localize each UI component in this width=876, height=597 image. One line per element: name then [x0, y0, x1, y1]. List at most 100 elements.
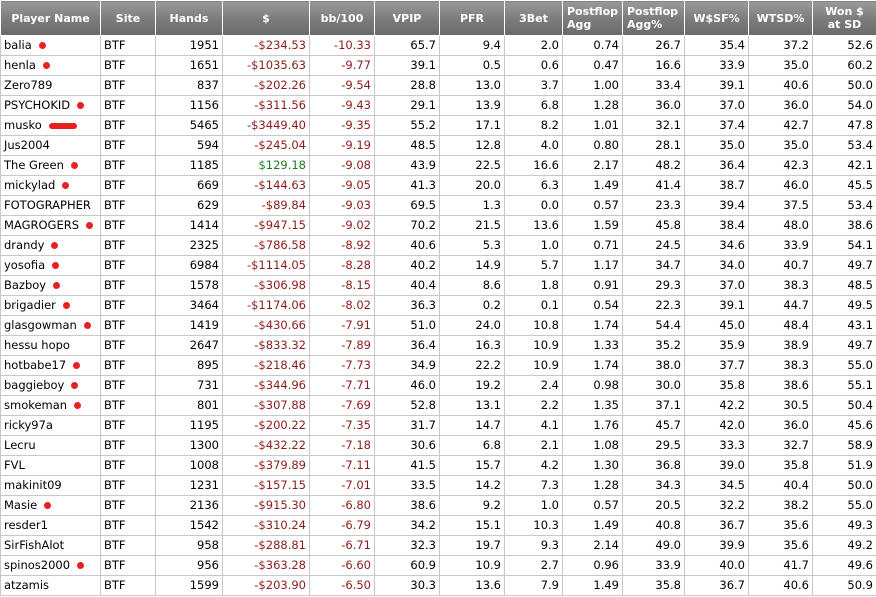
cell-wtsd: 40.4 [748, 475, 813, 496]
col-header-vpip[interactable]: VPIP [374, 0, 440, 36]
col-header-postflop-agg-pct[interactable]: Postflop Agg% [622, 0, 685, 36]
table-row[interactable]: glasgowman BTF 1419 -$430.66 -7.91 51.0 24.0 10… [0, 315, 876, 336]
cell-bb: -9.54 [309, 75, 375, 96]
red-marker-icon [51, 242, 58, 249]
cell-hands: 2647 [155, 335, 223, 356]
cell-money: -$306.98 [222, 275, 310, 296]
col-header-hands[interactable]: Hands [155, 0, 223, 36]
cell-name: atzamis [0, 575, 101, 596]
table-row[interactable]: hotbabe17 BTF 895 -$218.46 -7.73 34.9 22.2 10.9… [0, 355, 876, 376]
cell-aggpct: 34.7 [622, 255, 685, 276]
cell-aggpct: 32.1 [622, 115, 685, 136]
cell-aggpct: 41.4 [622, 175, 685, 196]
cell-site: BTF [100, 335, 156, 356]
cell-vpip: 34.9 [374, 355, 440, 376]
table-row[interactable]: resder1 BTF 1542 -$310.24 -6.79 34.2 15.1 10.3 1… [0, 515, 876, 536]
cell-hands: 1599 [155, 575, 223, 596]
cell-wsf: 38.4 [684, 215, 749, 236]
table-row[interactable]: smokeman BTF 801 -$307.88 -7.69 52.8 13.1 2.2 1.… [0, 395, 876, 416]
cell-bb: -7.71 [309, 375, 375, 396]
cell-wsf: 35.9 [684, 335, 749, 356]
table-row[interactable]: Lecru BTF 1300 -$432.22 -7.18 30.6 6.8 2.1 1.08 2… [0, 435, 876, 456]
table-row[interactable]: spinos2000 BTF 956 -$363.28 -6.60 60.9 10.9 2.7… [0, 555, 876, 576]
col-header-player-name[interactable]: Player Name [0, 0, 101, 36]
cell-wtsd: 48.0 [748, 215, 813, 236]
cell-name: hotbabe17 [0, 355, 101, 376]
cell-site: BTF [100, 55, 156, 76]
red-marker-icon [71, 162, 78, 169]
player-name: resder1 [4, 518, 48, 532]
cell-agg: 1.28 [562, 475, 623, 496]
table-row[interactable]: hessu hopo BTF 2647 -$833.32 -7.89 36.4 16.3 10… [0, 335, 876, 356]
cell-vpip: 36.3 [374, 295, 440, 316]
table-row[interactable]: henla BTF 1651 -$1035.63 -9.77 39.1 0.5 0.6 0.47… [0, 55, 876, 76]
cell-name: The Green [0, 155, 101, 176]
cell-pfr: 13.6 [439, 575, 505, 596]
table-row[interactable]: mickylad BTF 669 -$144.63 -9.05 41.3 20.0 6.3 1.… [0, 175, 876, 196]
cell-aggpct: 36.0 [622, 95, 685, 116]
table-row[interactable]: Zero789 BTF 837 -$202.26 -9.54 28.8 13.0 3.7 1.0… [0, 75, 876, 96]
cell-agg: 1.49 [562, 575, 623, 596]
table-row[interactable]: The Green BTF 1185 $129.18 -9.08 43.9 22.5 16.6… [0, 155, 876, 176]
col-header-wtsd[interactable]: WTSD% [748, 0, 813, 36]
cell-aggpct: 24.5 [622, 235, 685, 256]
table-row[interactable]: PSYCHOKID BTF 1156 -$311.56 -9.43 29.1 13.9 6.8… [0, 95, 876, 116]
cell-threebet: 5.7 [504, 255, 563, 276]
table-row[interactable]: makinit09 BTF 1231 -$157.15 -7.01 33.5 14.2 7.3… [0, 475, 876, 496]
cell-money: -$432.22 [222, 435, 310, 456]
table-row[interactable]: Masie BTF 2136 -$915.30 -6.80 38.6 9.2 1.0 0.57 2… [0, 495, 876, 516]
cell-bb: -9.19 [309, 135, 375, 156]
player-name: yosofia [4, 258, 46, 272]
cell-vpip: 51.0 [374, 315, 440, 336]
table-row[interactable]: Bazboy BTF 1578 -$306.98 -8.15 40.4 8.6 1.8 0.91… [0, 275, 876, 296]
cell-money: -$363.28 [222, 555, 310, 576]
col-header-wsf[interactable]: W$SF% [684, 0, 749, 36]
cell-pfr: 12.8 [439, 135, 505, 156]
cell-agg: 1.33 [562, 335, 623, 356]
cell-site: BTF [100, 215, 156, 236]
cell-bb: -7.18 [309, 435, 375, 456]
player-name: drandy [4, 238, 45, 252]
cell-money: -$786.58 [222, 235, 310, 256]
table-row[interactable]: brigadier BTF 3464 -$1174.06 -8.02 36.3 0.2 0.1… [0, 295, 876, 316]
cell-vpip: 38.6 [374, 495, 440, 516]
cell-vpip: 32.3 [374, 535, 440, 556]
player-name: FOTOGRAPHER [4, 198, 91, 212]
cell-agg: 0.91 [562, 275, 623, 296]
table-row[interactable]: drandy BTF 2325 -$786.58 -8.92 40.6 5.3 1.0 0.71… [0, 235, 876, 256]
table-row[interactable]: balia BTF 1951 -$234.53 -10.33 65.7 9.4 2.0 0.74… [0, 35, 876, 56]
player-name: baggieboy [4, 378, 65, 392]
cell-threebet: 10.8 [504, 315, 563, 336]
table-row[interactable]: ricky97a BTF 1195 -$200.22 -7.35 31.7 14.7 4.1 1… [0, 415, 876, 436]
cell-wsd: 53.4 [812, 135, 876, 156]
table-row[interactable]: yosofia BTF 6984 -$1114.05 -8.28 40.2 14.9 5.7 1… [0, 255, 876, 276]
table-row[interactable]: FOTOGRAPHER BTF 629 -$89.84 -9.03 69.5 1.3 0.0 0… [0, 195, 876, 216]
table-row[interactable]: FVL BTF 1008 -$379.89 -7.11 41.5 15.7 4.2 1.30 36… [0, 455, 876, 476]
cell-pfr: 1.3 [439, 195, 505, 216]
col-header-3bet[interactable]: 3Bet [504, 0, 563, 36]
table-row[interactable]: Jus2004 BTF 594 -$245.04 -9.19 48.5 12.8 4.0 0.8… [0, 135, 876, 156]
col-header-site[interactable]: Site [100, 0, 156, 36]
cell-wtsd: 35.6 [748, 535, 813, 556]
cell-site: BTF [100, 395, 156, 416]
cell-hands: 1542 [155, 515, 223, 536]
cell-site: BTF [100, 315, 156, 336]
cell-aggpct: 34.3 [622, 475, 685, 496]
table-row[interactable]: MAGROGERS BTF 1414 -$947.15 -9.02 70.2 21.5 13.… [0, 215, 876, 236]
table-row[interactable]: baggieboy BTF 731 -$344.96 -7.71 46.0 19.2 2.4 0… [0, 375, 876, 396]
table-row[interactable]: musko BTF 5465 -$3449.40 -9.35 55.2 17.1 8.2 1.0… [0, 115, 876, 136]
cell-money: -$144.63 [222, 175, 310, 196]
cell-name: SirFishAlot [0, 535, 101, 556]
player-name: spinos2000 [4, 558, 71, 572]
col-header-bb100[interactable]: bb/100 [309, 0, 375, 36]
table-row[interactable]: atzamis BTF 1599 -$203.90 -6.50 30.3 13.6 7.9 1.… [0, 575, 876, 596]
col-header-postflop-agg[interactable]: Postflop Agg [562, 0, 623, 36]
cell-site: BTF [100, 555, 156, 576]
cell-site: BTF [100, 275, 156, 296]
table-row[interactable]: SirFishAlot BTF 958 -$288.81 -6.71 32.3 19.7 9.… [0, 535, 876, 556]
col-header-won-at-sd[interactable]: Won $ at SD [812, 0, 876, 36]
cell-hands: 958 [155, 535, 223, 556]
col-header-money[interactable]: $ [222, 0, 310, 36]
col-header-pfr[interactable]: PFR [439, 0, 505, 36]
cell-name: FOTOGRAPHER [0, 195, 101, 216]
